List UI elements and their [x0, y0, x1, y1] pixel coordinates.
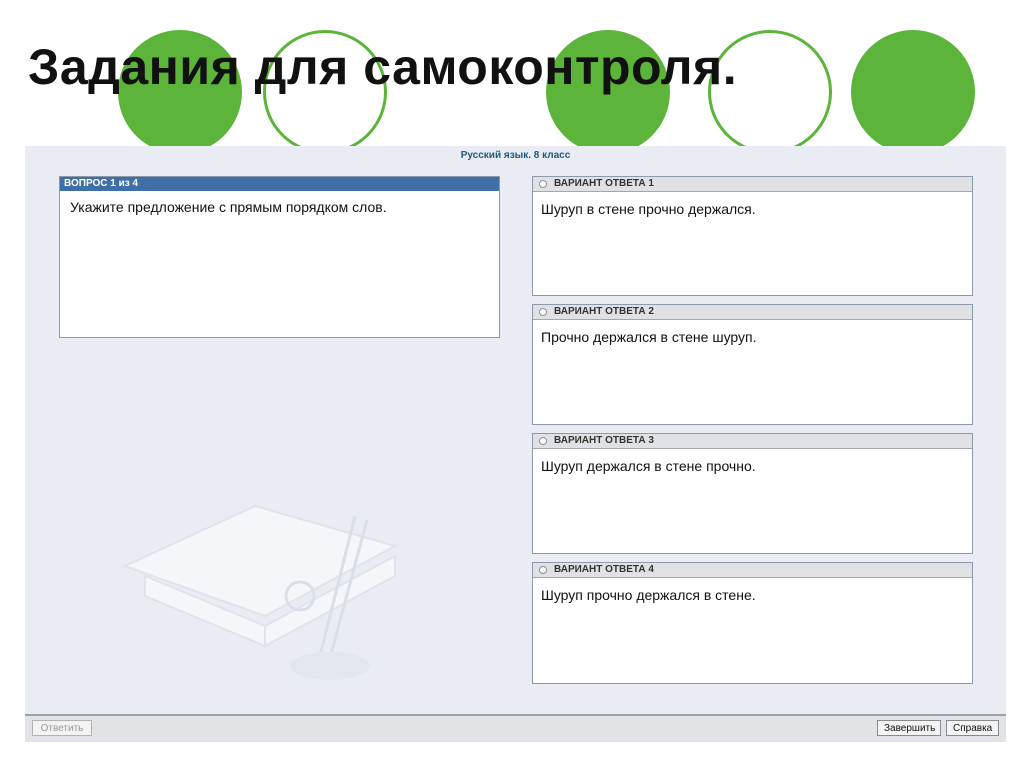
- answer-option-text: Шуруп прочно держался в стене.: [541, 587, 756, 603]
- answer-option-header[interactable]: ВАРИАНТ ОТВЕТА 2: [533, 305, 972, 320]
- question-panel: ВОПРОС 1 из 4 Укажите предложение с прям…: [59, 176, 500, 338]
- radio-icon[interactable]: [539, 180, 547, 188]
- answer-option-text: Шуруп держался в стене прочно.: [541, 458, 756, 474]
- answer-option-header[interactable]: ВАРИАНТ ОТВЕТА 4: [533, 563, 972, 578]
- help-button[interactable]: Справка: [946, 720, 999, 736]
- answer-option-header[interactable]: ВАРИАНТ ОТВЕТА 3: [533, 434, 972, 449]
- radio-icon[interactable]: [539, 566, 547, 574]
- answer-option-3[interactable]: ВАРИАНТ ОТВЕТА 3 Шуруп держался в стене …: [532, 433, 973, 554]
- radio-icon[interactable]: [539, 308, 547, 316]
- answer-option-label: ВАРИАНТ ОТВЕТА 1: [554, 178, 654, 189]
- bottom-toolbar: Ответить Завершить Справка: [25, 714, 1006, 742]
- answer-option-1[interactable]: ВАРИАНТ ОТВЕТА 1 Шуруп в стене прочно де…: [532, 176, 973, 296]
- finish-button[interactable]: Завершить: [877, 720, 941, 736]
- slide-title: Задания для самоконтроля.: [28, 39, 738, 95]
- answer-option-text: Прочно держался в стене шуруп.: [541, 329, 757, 345]
- answer-option-4[interactable]: ВАРИАНТ ОТВЕТА 4 Шуруп прочно держался в…: [532, 562, 973, 684]
- question-header: ВОПРОС 1 из 4: [60, 177, 499, 191]
- question-text: Укажите предложение с прямым порядком сл…: [70, 199, 387, 215]
- answer-option-header[interactable]: ВАРИАНТ ОТВЕТА 1: [533, 177, 972, 192]
- answer-option-2[interactable]: ВАРИАНТ ОТВЕТА 2 Прочно держался в стене…: [532, 304, 973, 425]
- answer-button[interactable]: Ответить: [32, 720, 92, 736]
- answer-option-label: ВАРИАНТ ОТВЕТА 4: [554, 564, 654, 575]
- book-pen-watermark-icon: [122, 504, 398, 680]
- test-app-screen: Русский язык. 8 класс ВОПРОС 1 из 4 Укаж…: [25, 146, 1006, 742]
- decor-circle-filled-3: [851, 30, 975, 154]
- answer-option-label: ВАРИАНТ ОТВЕТА 3: [554, 435, 654, 446]
- answer-option-text: Шуруп в стене прочно держался.: [541, 201, 756, 217]
- answer-option-label: ВАРИАНТ ОТВЕТА 2: [554, 306, 654, 317]
- radio-icon[interactable]: [539, 437, 547, 445]
- subject-title: Русский язык. 8 класс: [460, 150, 571, 161]
